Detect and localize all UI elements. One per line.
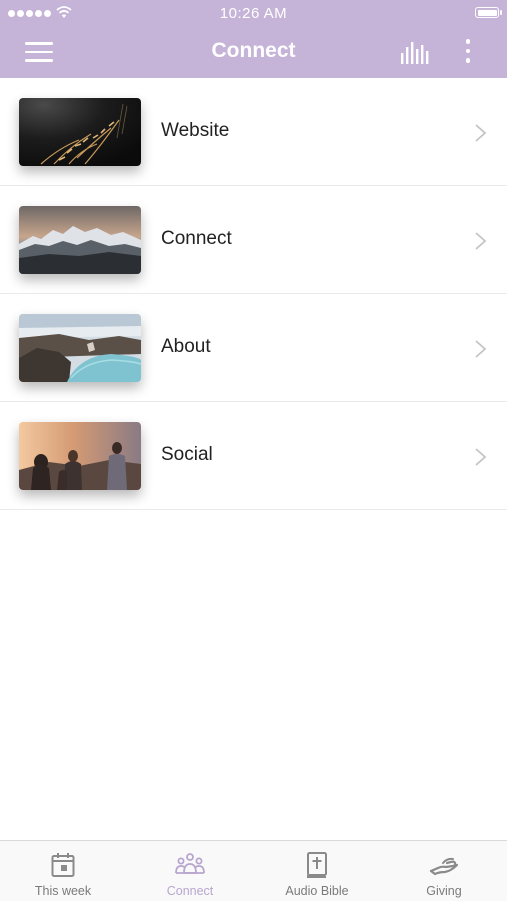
hand-icon [429, 857, 459, 876]
tab-this-week[interactable]: This week [0, 841, 126, 901]
battery-icon [475, 7, 502, 18]
list-item-label: Website [161, 120, 230, 141]
website-thumbnail [19, 98, 141, 166]
bible-icon [307, 852, 327, 878]
tab-label: Giving [426, 884, 462, 898]
more-options-button[interactable] [458, 39, 478, 67]
chevron-right-icon [475, 340, 487, 358]
people-sunset-image [19, 422, 141, 490]
tab-label: Audio Bible [285, 884, 349, 898]
mountains-image [19, 206, 141, 274]
tab-label: Connect [166, 884, 214, 898]
tab-giving[interactable]: Giving [381, 841, 507, 901]
tab-audio-bible[interactable]: Audio Bible [254, 841, 380, 901]
calendar-icon [51, 853, 75, 877]
list-item-social[interactable]: Social [0, 402, 507, 510]
chevron-right-icon [475, 232, 487, 250]
status-time: 10:26 AM [219, 5, 288, 22]
chevron-right-icon [475, 124, 487, 142]
list-item-label: Social [161, 444, 213, 465]
audio-levels-icon[interactable] [399, 41, 431, 65]
status-bar: 10:26 AM [0, 0, 507, 26]
list-item-label: About [161, 336, 211, 357]
tab-connect[interactable]: Connect [127, 841, 253, 901]
social-thumbnail [19, 422, 141, 490]
connect-thumbnail [19, 206, 141, 274]
more-dot [465, 48, 471, 53]
people-icon [175, 853, 205, 874]
tab-label: This week [34, 884, 92, 898]
list-item-label: Connect [161, 228, 232, 249]
nav-bar: Connect [0, 26, 507, 78]
connect-list: Website Connect About Social [0, 78, 507, 510]
more-dot [465, 58, 471, 63]
tab-bar: This week Connect Audio Bible Giving [0, 840, 507, 901]
chevron-right-icon [475, 448, 487, 466]
lake-image [19, 314, 141, 382]
about-thumbnail [19, 314, 141, 382]
list-item-website[interactable]: Website [0, 78, 507, 186]
more-dot [465, 39, 471, 44]
list-item-about[interactable]: About [0, 294, 507, 402]
list-item-connect[interactable]: Connect [0, 186, 507, 294]
app-header: 10:26 AM Connect [0, 0, 507, 78]
grass-image [19, 98, 141, 166]
